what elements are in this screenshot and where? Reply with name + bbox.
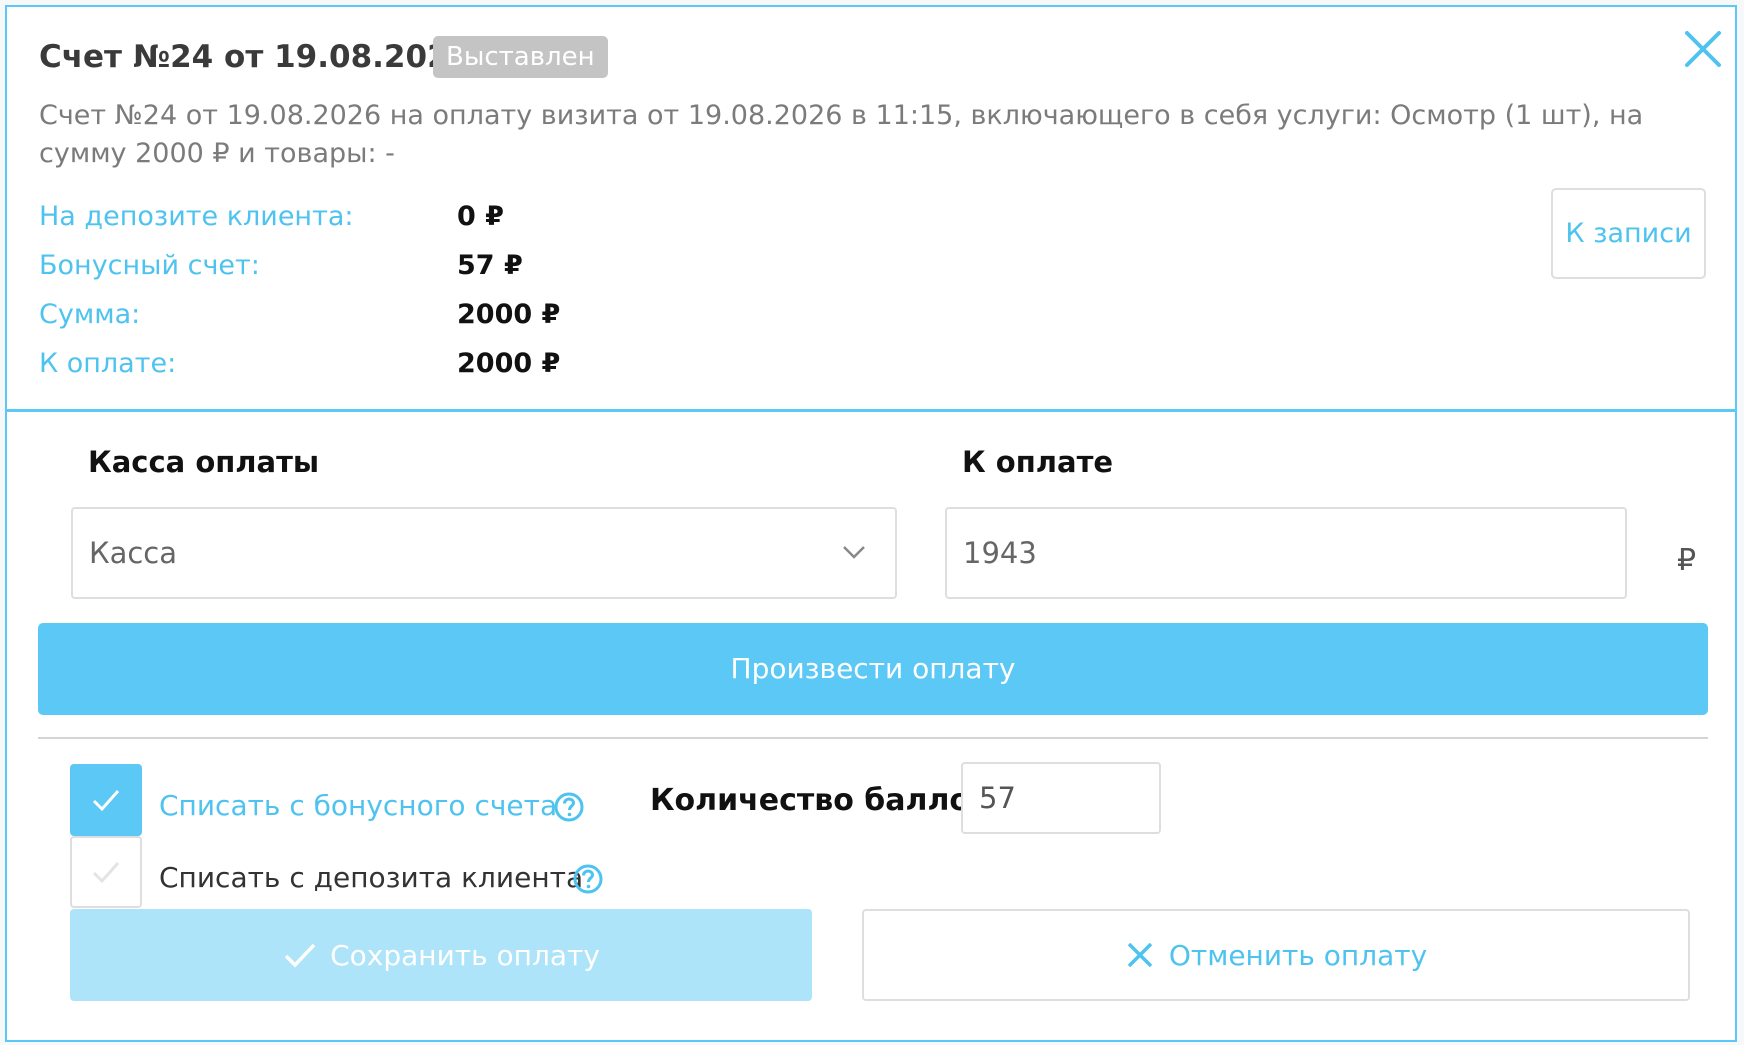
sum-value: 2000 ₽	[457, 299, 561, 330]
amount-input[interactable]: 1943	[945, 507, 1627, 599]
to-pay-value: 2000 ₽	[457, 348, 561, 379]
help-icon[interactable]	[572, 863, 604, 895]
points-input[interactable]: 57	[961, 762, 1161, 834]
cash-register-value: Касса	[89, 536, 178, 570]
deposit-row: На депозите клиента: 0 ₽	[39, 201, 639, 241]
bonus-checkbox[interactable]	[70, 764, 142, 836]
check-icon	[284, 943, 316, 968]
sum-label: Сумма:	[39, 299, 141, 330]
bonus-option-label[interactable]: Списать с бонусного счета	[159, 789, 557, 822]
cash-register-select[interactable]: Касса	[71, 507, 897, 599]
deposit-option-label[interactable]: Списать с депозита клиента	[159, 861, 583, 894]
chevron-down-icon	[843, 546, 865, 559]
bonus-row: Бонусный счет: 57 ₽	[39, 250, 639, 290]
invoice-header: Счет №24 от 19.08.2026 Выставлен Счет №2…	[7, 7, 1735, 412]
cancel-payment-button[interactable]: Отменить оплату	[862, 909, 1690, 1001]
cash-register-label: Касса оплаты	[88, 445, 320, 479]
make-payment-button[interactable]: Произвести оплату	[38, 623, 1708, 715]
cancel-payment-label: Отменить оплату	[1168, 938, 1428, 972]
points-label: Количество баллов	[650, 783, 990, 818]
invoice-payment-modal: Счет №24 от 19.08.2026 Выставлен Счет №2…	[5, 5, 1737, 1042]
amount-label: К оплате	[962, 445, 1114, 479]
to-record-button[interactable]: К записи	[1551, 188, 1706, 279]
status-badge: Выставлен	[433, 36, 608, 78]
to-pay-label: К оплате:	[39, 348, 177, 379]
invoice-title: Счет №24 от 19.08.2026	[39, 39, 471, 75]
divider	[38, 737, 1708, 739]
points-value: 57	[979, 781, 1016, 815]
close-icon[interactable]	[1679, 25, 1727, 73]
currency-sign: ₽	[1677, 543, 1697, 578]
deposit-value: 0 ₽	[457, 201, 504, 232]
bonus-value: 57 ₽	[457, 250, 523, 281]
save-payment-button[interactable]: Сохранить оплату	[70, 909, 812, 1001]
sum-row: Сумма: 2000 ₽	[39, 299, 639, 339]
check-icon	[92, 862, 120, 884]
to-pay-row: К оплате: 2000 ₽	[39, 348, 639, 388]
save-payment-label: Сохранить оплату	[330, 938, 600, 972]
help-icon[interactable]	[553, 791, 585, 823]
check-icon	[92, 790, 120, 812]
invoice-description: Счет №24 от 19.08.2026 на оплату визита …	[39, 100, 1644, 169]
amount-value: 1943	[963, 536, 1037, 570]
deposit-checkbox[interactable]	[70, 836, 142, 908]
x-icon	[1127, 942, 1153, 968]
bonus-label: Бонусный счет:	[39, 250, 260, 281]
deposit-label: На депозите клиента:	[39, 201, 354, 232]
